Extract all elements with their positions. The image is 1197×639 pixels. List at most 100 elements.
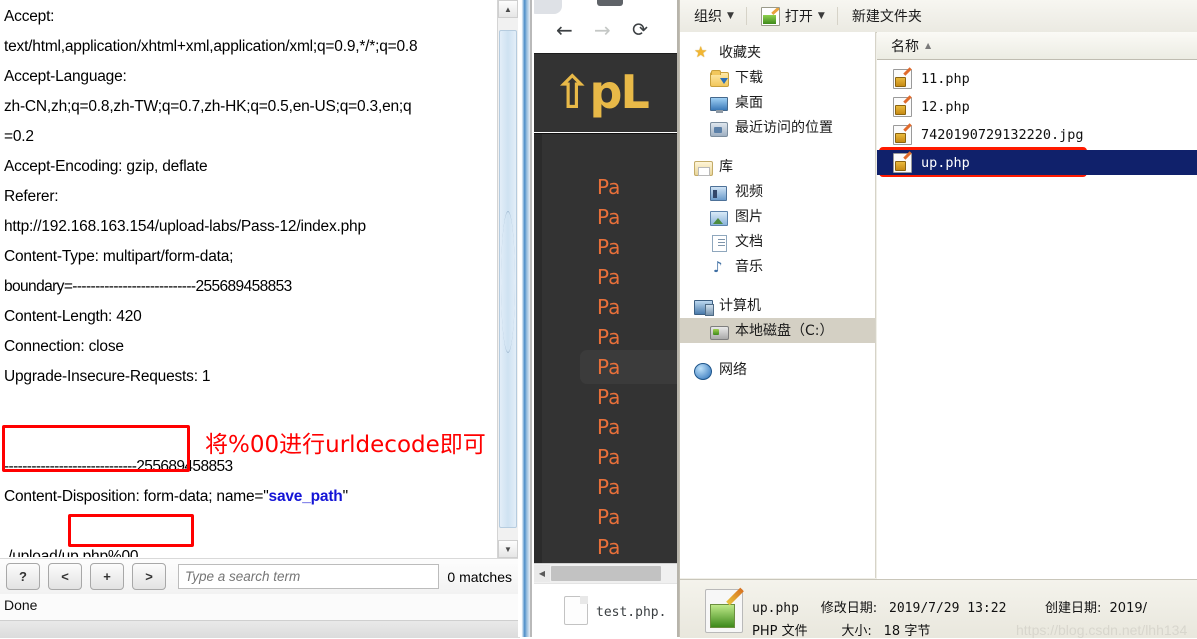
screenshot-root: Accept: text/html,application/xhtml+xml,a… <box>0 0 1197 639</box>
pass-level-link[interactable]: Pa <box>597 537 620 557</box>
drive-icon-shape <box>710 325 729 340</box>
drive-icon <box>710 323 729 340</box>
chevron-down-icon: ▼ <box>727 11 734 21</box>
request-line: boundary=---------------------------2556… <box>4 278 292 295</box>
modified-date-label: 修改日期: <box>820 601 878 616</box>
nav-item-label: 音乐 <box>735 258 763 275</box>
watermark-url: https://blog.csdn.net/lhh134 <box>1016 622 1188 638</box>
find-next-button[interactable]: > <box>132 563 166 590</box>
browser-tab-stub[interactable] <box>534 0 562 14</box>
request-text-area[interactable]: Accept: text/html,application/xhtml+xml,a… <box>0 0 510 557</box>
upload-labs-logo: ⇧pL <box>553 65 650 119</box>
scroll-down-arrow-icon[interactable]: ▼ <box>498 540 518 558</box>
pass-level-link[interactable]: Pa <box>597 207 620 227</box>
file-list-row[interactable]: 12.php <box>877 94 1197 119</box>
back-arrow-icon[interactable]: ← <box>556 20 573 40</box>
file-list-row[interactable]: 11.php <box>877 66 1197 91</box>
organize-menu[interactable]: 组织 ▼ <box>694 6 734 26</box>
request-line: ./upload/up.php%00 <box>4 548 139 557</box>
find-previous-button[interactable]: < <box>48 563 82 590</box>
hscrollbar-thumb[interactable] <box>551 566 661 581</box>
request-line: zh-CN,zh;q=0.8,zh-TW;q=0.7,zh-HK;q=0.5,e… <box>4 98 412 115</box>
library-icon <box>694 159 713 176</box>
details-file-name: up.php <box>752 601 799 616</box>
search-input[interactable] <box>178 564 440 589</box>
file-list-row[interactable]: up.php <box>877 150 1197 175</box>
pass-level-link[interactable]: Pa <box>597 237 620 257</box>
download-item-label[interactable]: test.php. <box>596 605 666 620</box>
nav-item-3[interactable]: 最近访问的位置 <box>680 115 875 140</box>
downloads-folder-icon <box>710 69 729 87</box>
new-folder-label: 新建文件夹 <box>851 9 922 25</box>
request-line <box>4 512 504 542</box>
documents-icon <box>710 234 728 252</box>
nav-item-4[interactable]: 库 <box>680 154 875 179</box>
network-icon <box>694 362 712 380</box>
details-line-1: up.php 修改日期: 2019/7/29 13:22 <box>752 597 1006 616</box>
browser-tab-icon-stub[interactable] <box>597 0 623 6</box>
download-bar: test.php. <box>534 583 679 637</box>
desktop-icon <box>710 95 728 113</box>
nav-item-label: 下载 <box>735 69 763 86</box>
pass-level-link[interactable]: Pa <box>597 327 620 347</box>
nav-item-11[interactable]: 网络 <box>680 357 875 382</box>
find-plus-button[interactable]: + <box>90 563 124 590</box>
reload-icon[interactable]: ⟳ <box>632 20 648 40</box>
find-bar: ? < + > 0 matches <box>0 558 520 594</box>
library-icon-shape <box>694 160 713 176</box>
open-label: 打开 <box>784 9 813 25</box>
new-folder-button[interactable]: 新建文件夹 <box>852 6 922 26</box>
recent-places-icon-shape <box>710 121 728 137</box>
nav-item-0[interactable]: ★ 收藏夹 <box>680 40 875 65</box>
computer-icon <box>694 298 714 316</box>
nav-item-label: 视频 <box>735 183 763 200</box>
nav-item-9[interactable]: 计算机 <box>680 293 875 318</box>
pass-level-link[interactable]: Pa <box>597 387 620 407</box>
nav-item-5[interactable]: 视频 <box>680 179 875 204</box>
nav-item-1[interactable]: 下载 <box>680 65 875 90</box>
panel-bottom-edge <box>0 620 520 638</box>
help-button[interactable]: ? <box>6 563 40 590</box>
php-file-icon <box>893 96 912 117</box>
browser-horizontal-scrollbar[interactable]: ◀ <box>534 563 679 584</box>
pass-level-link[interactable]: Pa <box>597 447 620 467</box>
nav-item-6[interactable]: 图片 <box>680 204 875 229</box>
scroll-left-arrow-icon[interactable]: ◀ <box>534 565 550 582</box>
scrollbar-thumb[interactable] <box>499 30 517 528</box>
explorer-file-list[interactable]: 名称 ▲ 说过的 11.php12.php7420190729132220.jp… <box>877 32 1197 578</box>
header-param-name: save_path <box>268 488 343 505</box>
created-date-value: 2019/ <box>1109 601 1147 616</box>
column-header-name[interactable]: 名称 ▲ <box>877 36 931 56</box>
nav-item-2[interactable]: 桌面 <box>680 90 875 115</box>
details-line-2: PHP 文件 大小: 18 字节 <box>752 620 930 639</box>
forward-arrow-icon[interactable]: → <box>594 20 611 40</box>
open-with-icon <box>760 6 780 26</box>
nav-item-label: 文档 <box>735 233 763 250</box>
organize-label: 组织 <box>694 9 722 25</box>
pass-level-link[interactable]: Pa <box>597 357 620 377</box>
open-menu[interactable]: 打开 ▼ <box>760 6 825 26</box>
pass-level-link[interactable]: Pa <box>597 297 620 317</box>
nav-item-10[interactable]: 本地磁盘（C:） <box>680 318 875 343</box>
pass-level-link[interactable]: Pa <box>597 267 620 287</box>
star-icon: ★ <box>694 42 708 61</box>
nav-item-7[interactable]: 文档 <box>680 229 875 254</box>
request-vertical-scrollbar[interactable]: ▲ ▼ <box>497 0 518 558</box>
pass-level-link[interactable]: Pa <box>597 507 620 527</box>
scroll-up-arrow-icon[interactable]: ▲ <box>498 0 518 18</box>
pass-level-link[interactable]: Pa <box>597 417 620 437</box>
music-icon-shape <box>710 258 726 276</box>
request-line: http://192.168.163.154/upload-labs/Pass-… <box>4 218 366 235</box>
file-list-row[interactable]: 7420190729132220.jpg <box>877 122 1197 147</box>
pass-level-link[interactable]: Pa <box>597 177 620 197</box>
site-body: Pa Pa Pa Pa Pa Pa Pa Pa Pa Pa Pa Pa Pa <box>534 133 679 564</box>
nav-item-label: 计算机 <box>719 297 761 314</box>
pass-level-link[interactable]: Pa <box>597 477 620 497</box>
explorer-details-pane: up.php 修改日期: 2019/7/29 13:22 创建日期: 2019/… <box>680 579 1197 639</box>
nav-item-8[interactable]: 音乐 <box>680 254 875 279</box>
nav-group-spacer <box>680 343 875 357</box>
pass-link-highlight <box>580 350 679 384</box>
request-line: text/html,application/xhtml+xml,applicat… <box>4 38 418 55</box>
column-header-row[interactable]: 名称 ▲ <box>877 32 1197 60</box>
explorer-navigation-pane[interactable]: ★ 收藏夹下载桌面最近访问的位置库视频图片文档音乐计算机本地磁盘（C:） 网络 <box>680 32 876 578</box>
